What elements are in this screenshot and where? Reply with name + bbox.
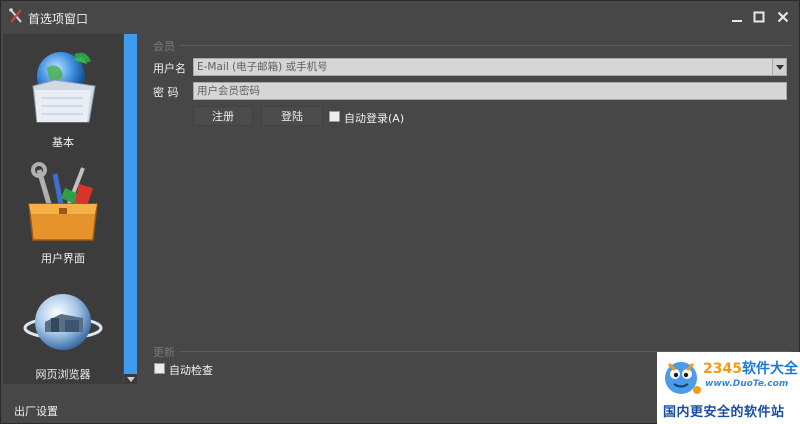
- sidebar-item-label: 网页浏览器: [35, 368, 91, 381]
- mascot-logo-icon: [659, 354, 703, 398]
- globe-browser-icon: [21, 278, 105, 362]
- sidebar-item-label: 用户界面: [41, 252, 85, 265]
- minimize-button[interactable]: [727, 7, 747, 27]
- title-bar[interactable]: 首选项窗口: [1, 1, 799, 33]
- watermark-brand: 2345软件大全: [703, 361, 798, 377]
- sidebar-item-label: 基本: [52, 136, 74, 149]
- member-section-title: 会员: [153, 40, 175, 53]
- close-icon: [777, 11, 789, 23]
- minimize-icon: [732, 20, 742, 22]
- site-watermark: 2345软件大全 www.DuoTe.com 国内更安全的软件站: [657, 352, 800, 424]
- window-title: 首选项窗口: [28, 12, 89, 26]
- sidebar-item-basic[interactable]: 基本: [3, 34, 123, 150]
- folder-globe-icon: [21, 46, 105, 130]
- register-button[interactable]: 注册: [193, 106, 253, 126]
- auto-login-label[interactable]: 自动登录(A): [344, 110, 404, 126]
- chevron-down-icon: [775, 64, 784, 70]
- settings-panel: 会员 用户名 密 码 注册 登陆 自动登录(A) 更新 自动检查: [141, 34, 797, 384]
- auto-login-checkbox[interactable]: [329, 111, 340, 122]
- category-sidebar: 基本 用户界面 网页浏览器: [3, 34, 123, 384]
- watermark-slogan: 国内更安全的软件站: [663, 405, 785, 420]
- chevron-down-icon: [126, 376, 135, 382]
- username-label: 用户名: [153, 62, 186, 75]
- sidebar-item-web-browser[interactable]: 网页浏览器: [3, 266, 123, 382]
- toolbox-icon: [21, 162, 105, 246]
- maximize-icon: [753, 11, 765, 23]
- username-combobox[interactable]: [193, 58, 787, 76]
- section-divider: [179, 45, 791, 46]
- auto-check-checkbox[interactable]: [154, 363, 165, 374]
- password-label: 密 码: [153, 86, 179, 99]
- password-field[interactable]: [193, 82, 787, 100]
- password-input[interactable]: [194, 83, 786, 99]
- tools-app-icon: [8, 8, 24, 24]
- scroll-down-button[interactable]: [124, 374, 137, 384]
- sidebar-item-user-interface[interactable]: 用户界面: [3, 150, 123, 266]
- maximize-button[interactable]: [749, 7, 769, 27]
- auto-check-label[interactable]: 自动检查: [169, 362, 213, 378]
- watermark-url: www.DuoTe.com: [705, 379, 789, 389]
- sidebar-scrollbar[interactable]: [124, 34, 137, 384]
- username-input[interactable]: [194, 59, 786, 75]
- scrollbar-thumb[interactable]: [124, 34, 137, 374]
- close-button[interactable]: [773, 7, 793, 27]
- factory-settings-button[interactable]: 出厂设置: [14, 403, 58, 419]
- dropdown-button[interactable]: [772, 59, 786, 75]
- update-section-title: 更新: [153, 346, 175, 359]
- login-button[interactable]: 登陆: [261, 106, 323, 126]
